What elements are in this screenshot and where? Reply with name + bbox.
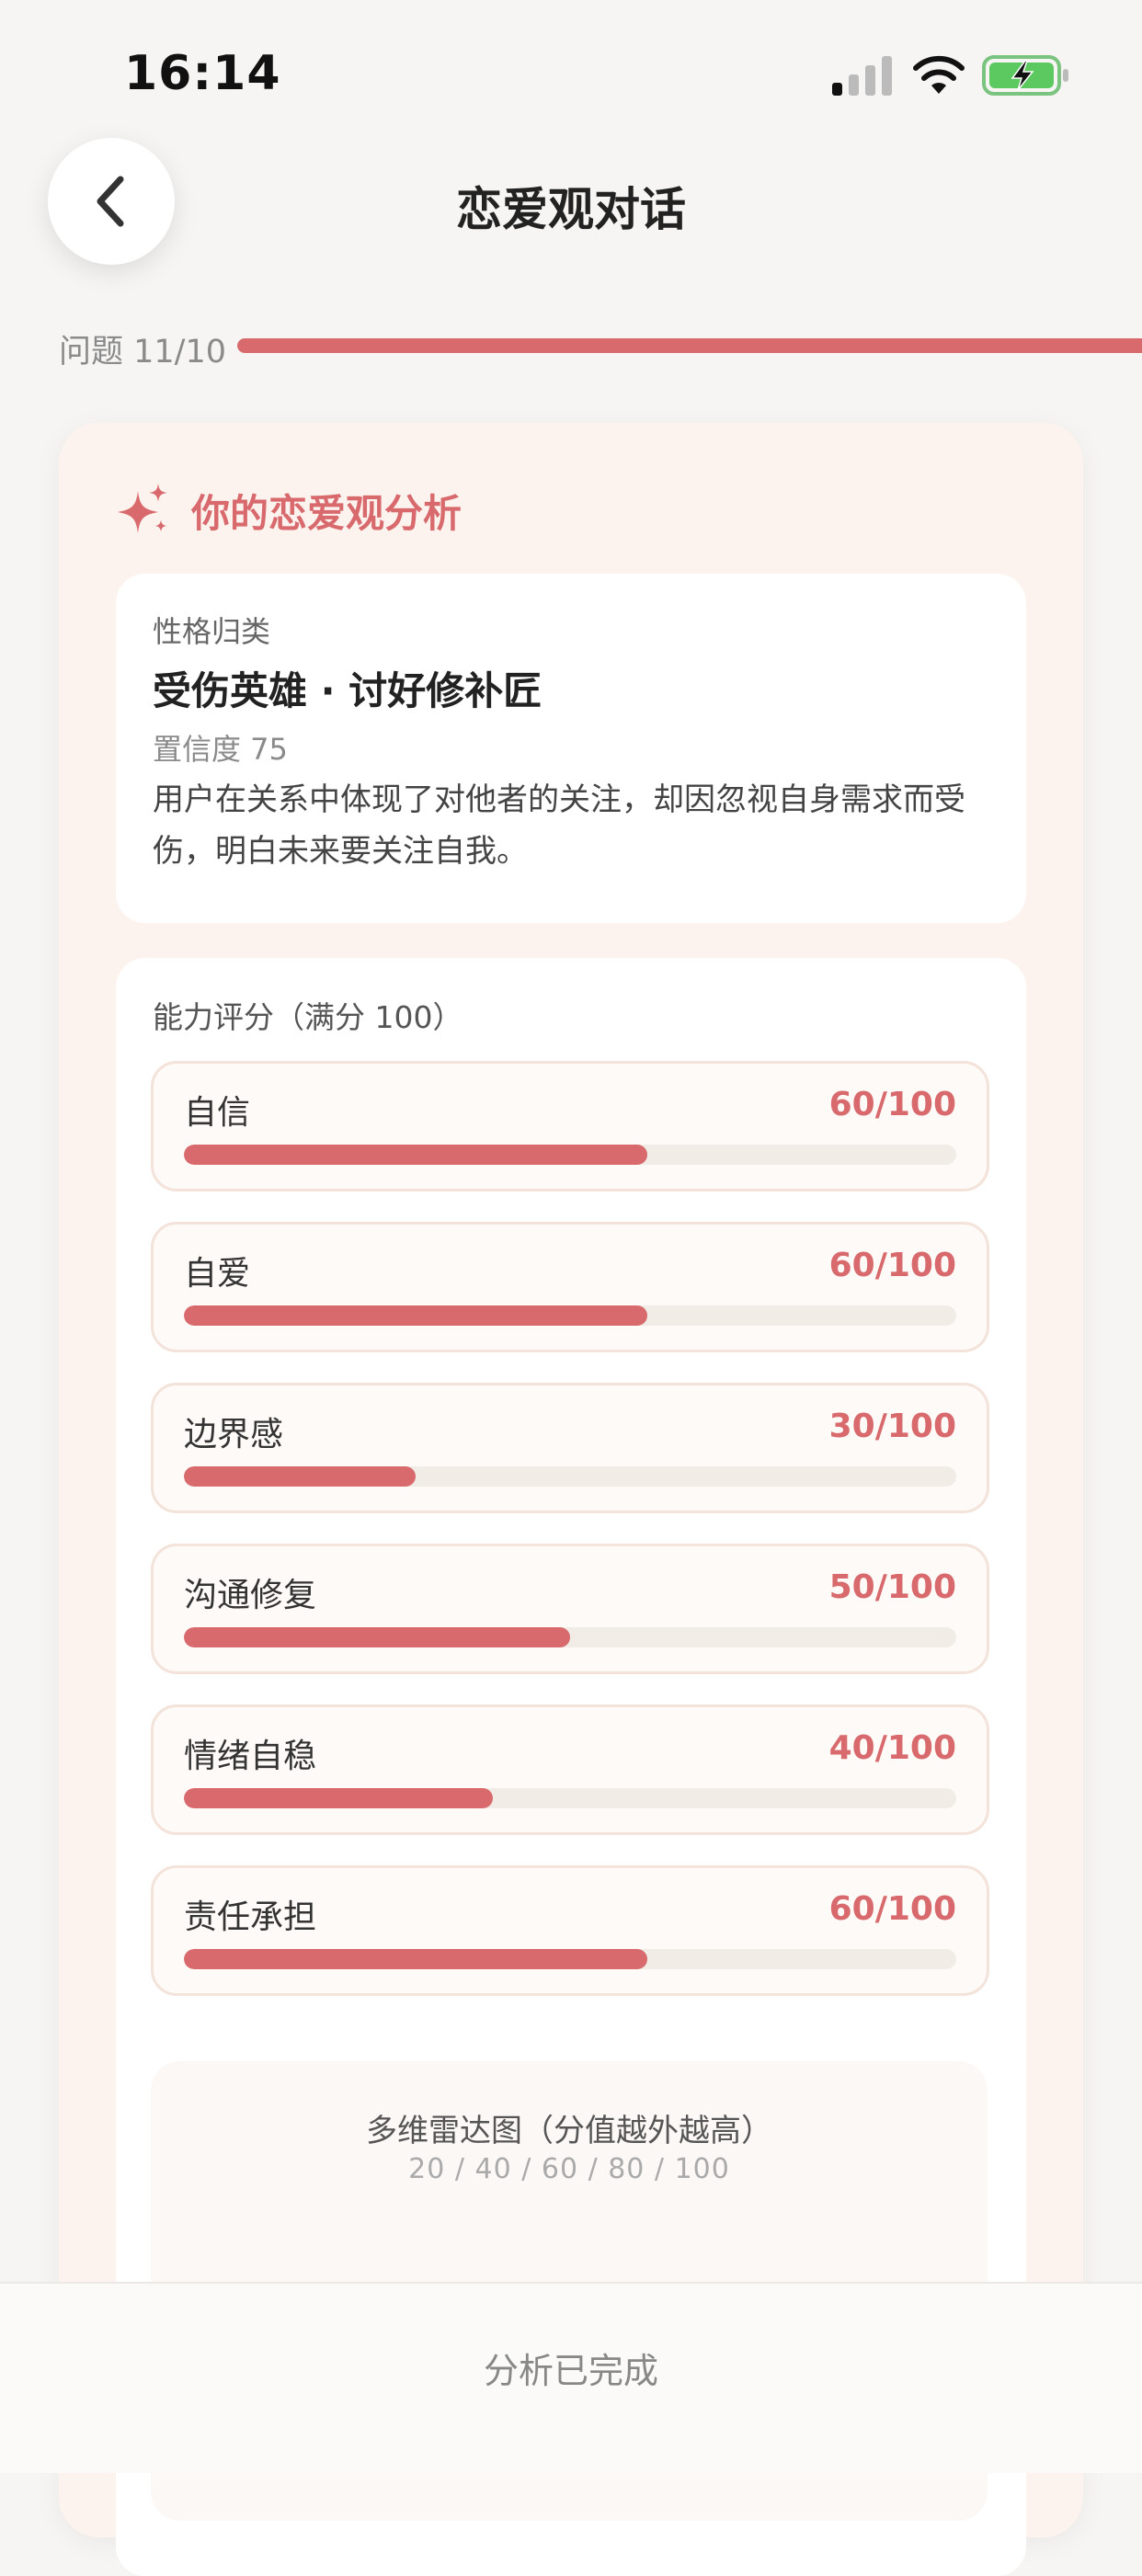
status-time: 16:14 [124, 46, 281, 101]
analysis-header: 你的恋爱观分析 [114, 478, 462, 542]
score-bar-fill [184, 1305, 647, 1326]
score-bar-fill [184, 1788, 493, 1808]
bottom-bar: 分析已完成 [0, 2282, 1142, 2473]
score-bar [184, 1466, 956, 1487]
radar-level-legend: 20 / 40 / 60 / 80 / 100 [408, 2153, 730, 2185]
confidence-text: 置信度 75 [153, 732, 288, 767]
score-value: 60/100 [828, 1086, 956, 1123]
question-progress-label: 问题 11/10 [59, 334, 226, 370]
score-value: 60/100 [828, 1890, 956, 1928]
score-value: 30/100 [828, 1408, 956, 1445]
score-bar-fill [184, 1627, 570, 1647]
score-value: 50/100 [828, 1568, 956, 1606]
analysis-card: 你的恋爱观分析 性格归类 受伤英雄 · 讨好修补匠 置信度 75 用户在关系中体… [59, 423, 1083, 2576]
score-bar-fill [184, 1949, 647, 1969]
score-value: 60/100 [828, 1247, 956, 1284]
analysis-title: 你的恋爱观分析 [191, 490, 463, 536]
score-bar [184, 1627, 956, 1647]
score-name: 自信 [184, 1094, 251, 1132]
score-bar-fill [184, 1145, 647, 1165]
wifi-icon [913, 55, 965, 94]
score-name: 沟通修复 [184, 1577, 317, 1614]
question-progress-fill [237, 338, 1142, 353]
battery-charging-icon [982, 55, 1068, 96]
radar-title: 多维雷达图（分值越外越高） [366, 2113, 772, 2149]
personality-type-box: 性格归类 受伤英雄 · 讨好修补匠 置信度 75 用户在关系中体现了对他者的关注… [116, 574, 1026, 923]
score-item-communication-repair: 沟通修复 50/100 [151, 1544, 989, 1674]
analysis-complete-text: 分析已完成 [483, 2351, 658, 2391]
score-item-responsibility: 责任承担 60/100 [151, 1865, 989, 1996]
score-bar [184, 1305, 956, 1326]
score-name: 情绪自稳 [184, 1738, 317, 1775]
score-item-boundaries: 边界感 30/100 [151, 1383, 989, 1513]
score-item-emotional-stability: 情绪自稳 40/100 [151, 1704, 989, 1835]
score-item-self-love: 自爱 60/100 [151, 1222, 989, 1352]
score-value: 40/100 [828, 1729, 956, 1767]
personality-name: 受伤英雄 · 讨好修补匠 [153, 668, 542, 713]
sparkle-icon [118, 484, 167, 533]
score-section-title: 能力评分（满分 100） [153, 999, 463, 1035]
score-bar [184, 1788, 956, 1808]
score-item-confidence: 自信 60/100 [151, 1061, 989, 1191]
score-bar-fill [184, 1466, 416, 1487]
question-progress-bar [237, 338, 1142, 353]
score-name: 自爱 [184, 1255, 251, 1293]
page-title: 恋爱观对话 [456, 183, 686, 236]
score-bar [184, 1145, 956, 1165]
score-name: 责任承担 [184, 1898, 317, 1936]
status-bar: 16:14 [0, 0, 1142, 138]
score-bar [184, 1949, 956, 1969]
personality-label: 性格归类 [153, 614, 271, 649]
cellular-signal-icon [832, 56, 892, 96]
personality-description: 用户在关系中体现了对他者的关注，却因忽视自身需求而受伤，明白未来要关注自我。 [153, 781, 965, 870]
score-name: 边界感 [184, 1416, 284, 1453]
